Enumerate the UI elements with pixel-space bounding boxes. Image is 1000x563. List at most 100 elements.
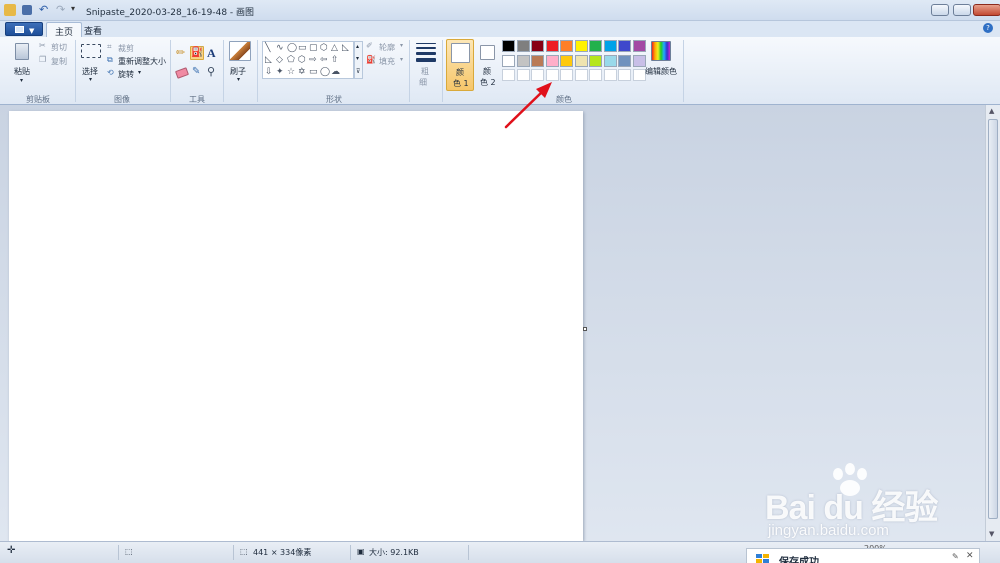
custom-color-slot[interactable]: [632, 69, 646, 81]
size-line-icon: [416, 47, 436, 49]
color-swatch[interactable]: [589, 40, 602, 52]
colors-group-label: 颜色: [556, 95, 572, 104]
custom-color-slot[interactable]: [603, 69, 617, 81]
close-button[interactable]: [973, 4, 1000, 16]
quick-access-dropdown-icon[interactable]: ▾: [71, 4, 75, 13]
rectangle-shape-icon[interactable]: ▭: [298, 44, 307, 53]
color-swatch[interactable]: [589, 54, 602, 67]
help-icon[interactable]: ?: [983, 23, 993, 33]
menu-icon: [15, 26, 24, 33]
tab-view[interactable]: 查看: [76, 22, 110, 37]
color-picker-icon[interactable]: ✎: [192, 66, 200, 77]
hexagon-shape-icon[interactable]: ⬡: [298, 56, 306, 65]
select-button[interactable]: 选择 ▾: [79, 41, 103, 87]
color-swatch[interactable]: [632, 54, 646, 67]
vertical-scrollbar[interactable]: ▲ ▼: [985, 105, 1000, 541]
right-triangle-shape-icon[interactable]: ◺: [342, 44, 349, 53]
rotate-button[interactable]: ⟲ 旋转 ▾: [107, 68, 167, 80]
crop-button[interactable]: ⌗ 裁剪: [107, 42, 167, 54]
color-swatch[interactable]: [516, 40, 530, 52]
custom-color-slot[interactable]: [618, 69, 631, 81]
outline-button[interactable]: ✐ 轮廓 ▾: [366, 41, 406, 53]
eraser-icon[interactable]: [174, 67, 190, 79]
brushes-button[interactable]: 刷子 ▾: [226, 40, 254, 90]
rounded-rectangle-shape-icon[interactable]: ▢: [309, 44, 318, 53]
text-icon[interactable]: A: [207, 46, 219, 60]
color-swatch[interactable]: [502, 40, 515, 52]
custom-color-slot[interactable]: [574, 69, 588, 81]
scrollbar-thumb[interactable]: [988, 119, 998, 519]
size-button[interactable]: 粗 细: [412, 40, 440, 90]
down-arrow-shape-icon[interactable]: ⇩: [265, 68, 273, 77]
window-title: Snipaste_2020-03-28_16-19-48 - 画图: [86, 8, 255, 18]
color-swatch[interactable]: [603, 54, 617, 67]
five-point-star-shape-icon[interactable]: ☆: [287, 68, 295, 77]
chevron-down-icon: ▾: [138, 69, 142, 76]
save-icon[interactable]: [22, 5, 32, 15]
diamond-shape-icon[interactable]: ◇: [276, 56, 283, 65]
minimize-button[interactable]: [931, 4, 949, 16]
edit-colors-button[interactable]: 编辑颜色: [645, 40, 681, 90]
fill-button[interactable]: ⛽ 填充 ▾: [366, 55, 406, 67]
redo-icon[interactable]: ↷: [56, 3, 65, 16]
shapes-gallery[interactable]: ╲ ∿ ◯ ▭ ▢ ⬡ △ ◺ ◺ ◇ ⬠ ⬡ ⇨ ⇦ ⇧ ⇩ ✦ ☆ ✡ ▭ …: [262, 41, 354, 79]
rotate-icon: ⟲: [107, 68, 114, 77]
undo-icon[interactable]: ↶: [39, 3, 48, 16]
color1-swatch: [451, 43, 470, 63]
triangle-shape-icon[interactable]: △: [331, 44, 338, 53]
pin-icon[interactable]: ✎: [952, 552, 959, 561]
paste-button[interactable]: 粘贴 ▾: [6, 39, 38, 89]
file-menu-button[interactable]: ▼: [5, 22, 43, 36]
scroll-down-icon[interactable]: ▼: [989, 530, 994, 538]
color-swatch[interactable]: [502, 54, 515, 67]
curve-shape-icon[interactable]: ∿: [276, 44, 284, 53]
color1-button[interactable]: 颜 色 1: [446, 39, 474, 91]
shapes-gallery-scroll[interactable]: ▴ ▾ ⊽: [354, 41, 363, 79]
left-arrow-shape-icon[interactable]: ⇦: [320, 56, 328, 65]
six-point-star-shape-icon[interactable]: ✡: [298, 68, 306, 77]
right-triangle-shape-icon[interactable]: ◺: [265, 56, 272, 65]
scroll-up-icon[interactable]: ▲: [989, 107, 994, 115]
status-divider: [468, 545, 469, 560]
four-point-star-shape-icon[interactable]: ✦: [276, 68, 284, 77]
drawing-canvas[interactable]: [9, 111, 583, 541]
size-line-icon: [416, 52, 436, 55]
fill-icon[interactable]: ⛽: [190, 46, 204, 60]
magnifier-icon[interactable]: ⚲: [207, 65, 215, 78]
color-swatch[interactable]: [545, 54, 559, 67]
pencil-icon[interactable]: ✏: [176, 47, 188, 59]
group-divider: [442, 40, 443, 102]
cloud-callout-shape-icon[interactable]: ☁: [331, 68, 340, 77]
pentagon-shape-icon[interactable]: ⬠: [287, 56, 295, 65]
polygon-shape-icon[interactable]: ⬡: [320, 44, 328, 53]
color-swatch[interactable]: [574, 54, 588, 67]
color-swatch[interactable]: [618, 54, 631, 67]
color-swatch[interactable]: [560, 54, 573, 67]
color-swatch[interactable]: [618, 40, 631, 52]
up-arrow-shape-icon[interactable]: ⇧: [331, 56, 339, 65]
maximize-button[interactable]: [953, 4, 971, 16]
callout-shape-icon[interactable]: ▭: [309, 68, 318, 77]
color-swatch[interactable]: [574, 40, 588, 52]
color-swatch[interactable]: [632, 40, 646, 52]
color-swatch[interactable]: [545, 40, 559, 52]
color-swatch[interactable]: [531, 54, 544, 67]
color-swatch[interactable]: [531, 40, 544, 52]
oval-callout-shape-icon[interactable]: ◯: [320, 68, 330, 77]
color-swatch[interactable]: [516, 54, 530, 67]
color-swatch[interactable]: [603, 40, 617, 52]
line-shape-icon[interactable]: ╲: [265, 44, 270, 53]
color-swatch[interactable]: [560, 40, 573, 52]
oval-shape-icon[interactable]: ◯: [287, 44, 297, 53]
resize-button[interactable]: ⧉ 重新调整大小: [107, 55, 167, 67]
copy-button[interactable]: ❐ 复制: [39, 55, 71, 67]
custom-color-slot[interactable]: [589, 69, 602, 81]
close-icon[interactable]: ✕: [966, 551, 974, 561]
right-arrow-shape-icon[interactable]: ⇨: [309, 56, 317, 65]
canvas-resize-handle[interactable]: [583, 327, 587, 331]
custom-color-slot[interactable]: [560, 69, 573, 81]
color2-button[interactable]: 颜 色 2: [476, 39, 500, 91]
color1-label-line1: 颜: [456, 68, 464, 77]
cut-button[interactable]: ✂ 剪切: [39, 41, 71, 53]
outline-label: 轮廓: [379, 43, 395, 52]
